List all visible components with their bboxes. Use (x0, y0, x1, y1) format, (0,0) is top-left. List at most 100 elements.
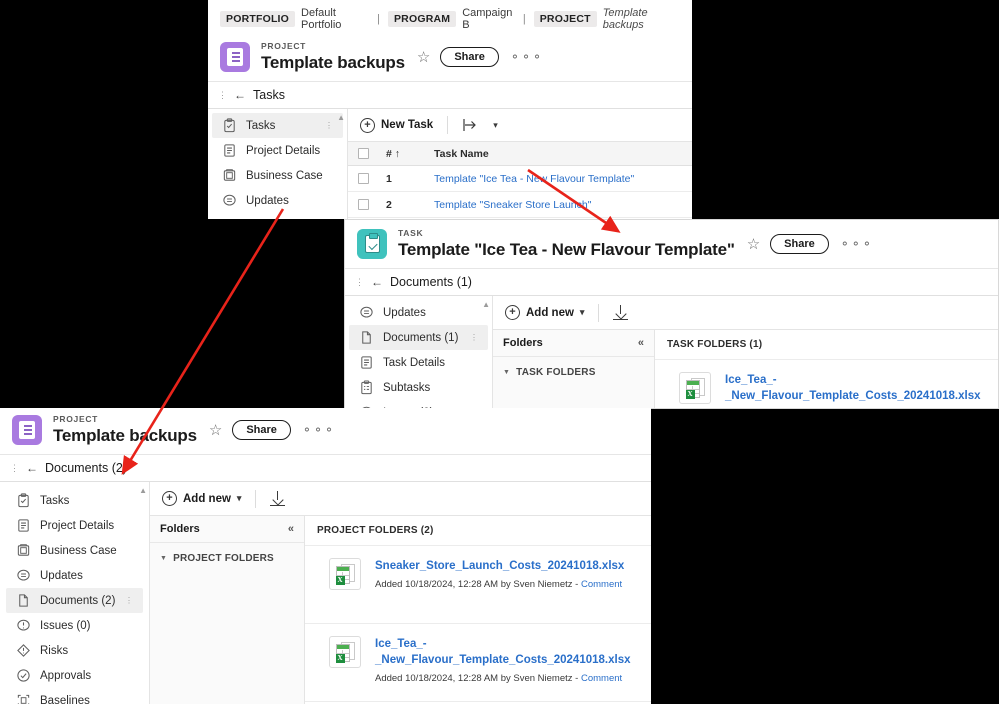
section-title: Tasks (253, 88, 285, 102)
task-icon (357, 229, 387, 259)
favorite-star-icon[interactable]: ☆ (417, 50, 430, 65)
sidebar-item-project-details[interactable]: Project Details (6, 513, 143, 538)
grip-icon[interactable]: ⋮ (470, 333, 478, 341)
breadcrumb-portfolio-value[interactable]: Default Portfolio (301, 7, 369, 31)
task-name-link[interactable]: Template "Ice Tea - New Flavour Template… (426, 173, 692, 185)
folder-tree-root[interactable]: ▼ PROJECT FOLDERS (150, 543, 304, 574)
sidebar-item-project-details[interactable]: Project Details (212, 138, 343, 163)
sidebar-item-approvals[interactable]: Approvals (6, 663, 143, 688)
excel-file-icon: X (679, 372, 711, 404)
project-icon (12, 415, 42, 445)
add-new-button[interactable]: + Add new ▾ (505, 305, 584, 320)
caret-down-icon[interactable]: ▼ (503, 369, 510, 376)
list-item[interactable]: X Ice_Tea_-_New_Flavour_Template_Costs_2… (305, 624, 651, 702)
collapse-left-icon[interactable]: « (288, 523, 294, 535)
drag-handle-icon[interactable]: ⋮ (10, 463, 19, 472)
sidebar-item-baselines[interactable]: Baselines (6, 688, 143, 704)
sidebar-item-label: Approvals (40, 669, 92, 682)
chevron-down-icon[interactable]: ▾ (580, 307, 585, 318)
column-header-number[interactable]: # ↑ (378, 148, 426, 160)
new-task-button[interactable]: + New Task (360, 117, 433, 133)
page-icon (222, 218, 237, 219)
share-button[interactable]: Share (440, 47, 499, 67)
grip-icon[interactable]: ⋮ (325, 121, 333, 129)
nav-scroll-up-icon[interactable]: ▲ (482, 300, 490, 309)
sidebar-item-updates[interactable]: Updates (212, 188, 343, 213)
collapse-left-icon[interactable]: « (638, 337, 644, 349)
document-lines-icon (224, 144, 235, 157)
panel-body: ▲ Tasks ⋮ Project Details Business Case … (208, 109, 692, 219)
folders-pane-header: Folders « (493, 330, 654, 357)
sidebar-item-business-case[interactable]: Business Case (212, 163, 343, 188)
file-name-link[interactable]: Ice_Tea_-_New_Flavour_Template_Costs_202… (725, 372, 986, 404)
page-kicker: PROJECT (53, 414, 99, 424)
share-button[interactable]: Share (232, 420, 291, 440)
add-new-button[interactable]: + Add new ▾ (162, 491, 241, 506)
drag-handle-icon[interactable]: ⋮ (218, 90, 227, 99)
breadcrumb-portfolio-tag[interactable]: PORTFOLIO (220, 11, 296, 27)
sidebar-item-subtasks[interactable]: Subtasks (349, 375, 488, 400)
back-arrow-icon[interactable]: ← (26, 461, 38, 475)
row-checkbox[interactable] (348, 173, 378, 184)
files-pane-header: PROJECT FOLDERS (2) (305, 516, 651, 546)
nav-scroll-up-icon[interactable]: ▲ (337, 113, 345, 122)
sidebar-item-label: Updates (383, 306, 426, 319)
list-item[interactable]: X Sneaker_Store_Launch_Costs_20241018.xl… (305, 546, 651, 624)
file-name-link[interactable]: Sneaker_Store_Launch_Costs_20241018.xlsx (375, 558, 624, 574)
sidebar-item-updates[interactable]: Updates (6, 563, 143, 588)
download-icon[interactable] (613, 305, 629, 320)
sidebar-item-risks[interactable]: Risks (6, 638, 143, 663)
sidebar-item-documents[interactable]: Documents (2) (212, 213, 343, 219)
file-name-link[interactable]: Ice_Tea_-_New_Flavour_Template_Costs_202… (375, 636, 639, 668)
drag-handle-icon[interactable]: ⋮ (355, 277, 364, 286)
file-meta: Added 10/18/2024, 12:28 AM by Sven Nieme… (375, 579, 624, 590)
download-icon[interactable] (270, 491, 286, 506)
more-options-icon[interactable]: ⚬⚬⚬ (840, 237, 873, 251)
more-options-icon[interactable]: ⚬⚬⚬ (302, 423, 335, 437)
sidebar-item-documents[interactable]: Documents (2) ⋮ (6, 588, 143, 613)
table-header-row: # ↑ Task Name (348, 142, 692, 166)
favorite-star-icon[interactable]: ☆ (209, 423, 222, 438)
select-all-checkbox[interactable] (348, 148, 378, 159)
sidebar-item-updates[interactable]: Updates (349, 300, 488, 325)
sidebar-item-tasks[interactable]: Tasks (6, 488, 143, 513)
breadcrumb-program-tag[interactable]: PROGRAM (387, 11, 457, 27)
sidebar-item-business-case[interactable]: Business Case (6, 538, 143, 563)
sidebar-item-label: Risks (40, 644, 69, 657)
sidebar-item-task-details[interactable]: Task Details (349, 350, 488, 375)
share-button[interactable]: Share (770, 234, 829, 254)
grip-icon[interactable]: ⋮ (125, 596, 133, 604)
nav-scroll-up-icon[interactable]: ▲ (139, 486, 147, 495)
list-item[interactable]: X Ice_Tea_-_New_Flavour_Template_Costs_2… (655, 360, 998, 408)
favorite-star-icon[interactable]: ☆ (747, 237, 760, 252)
sidebar-item-tasks[interactable]: Tasks ⋮ (212, 113, 343, 138)
more-options-icon[interactable]: ⚬⚬⚬ (510, 50, 543, 64)
row-number: 2 (386, 198, 392, 211)
sidebar-item-label: Updates (246, 194, 289, 207)
sidebar-item-issues[interactable]: Issues (0) (6, 613, 143, 638)
exclamation-bubble-icon (17, 619, 30, 631)
breadcrumb-project-tag[interactable]: PROJECT (533, 11, 597, 27)
sidebar-item-label: Issues (0) (40, 619, 91, 632)
breadcrumb-program-value[interactable]: Campaign B (462, 7, 515, 31)
chevron-down-icon[interactable]: ▾ (237, 493, 242, 504)
task-name-link[interactable]: Template "Sneaker Store Launch" (426, 199, 692, 211)
table-row[interactable]: 2 Template "Sneaker Store Launch" (348, 192, 692, 218)
caret-down-icon[interactable]: ▼ (160, 555, 167, 562)
comment-link[interactable]: Comment (581, 673, 622, 684)
chevron-down-icon[interactable]: ▾ (493, 120, 498, 131)
folders-title: Folders (503, 337, 543, 349)
comment-link[interactable]: Comment (581, 579, 622, 590)
table-row[interactable]: 1 Template "Ice Tea - New Flavour Templa… (348, 166, 692, 192)
column-header-task-name[interactable]: Task Name (426, 148, 692, 160)
folder-tree-root[interactable]: ▼ TASK FOLDERS (493, 357, 654, 388)
back-arrow-icon[interactable]: ← (234, 88, 246, 102)
section-bar: ⋮ ← Documents (1) (345, 268, 998, 296)
breadcrumb-project-value: Template backups (602, 7, 648, 31)
sidebar-item-documents[interactable]: Documents (1) ⋮ (349, 325, 488, 350)
speech-bubble-icon (17, 569, 30, 581)
row-checkbox[interactable] (348, 199, 378, 210)
export-arrow-icon[interactable] (462, 118, 479, 132)
back-arrow-icon[interactable]: ← (371, 275, 383, 289)
documents-content: + Add new ▾ Folders « ▼ (493, 296, 998, 408)
